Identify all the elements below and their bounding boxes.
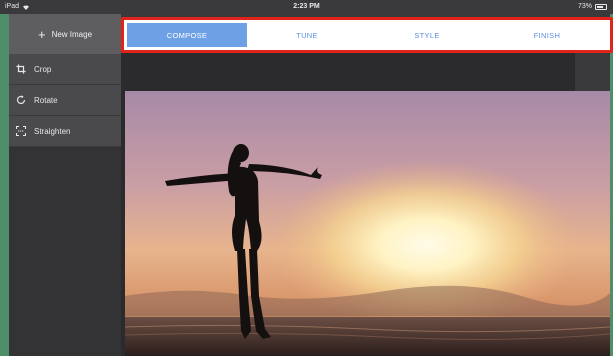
status-bar: iPad 2:23 PM 73%	[0, 0, 613, 14]
battery-icon	[595, 3, 607, 10]
tab-style[interactable]: STYLE	[367, 23, 487, 47]
tool-straighten[interactable]: Straighten	[9, 116, 121, 147]
tab-compose[interactable]: COMPOSE	[127, 23, 247, 47]
plus-icon: +	[37, 26, 46, 42]
crop-icon	[16, 64, 26, 74]
rotate-icon	[16, 95, 26, 105]
canvas-area	[121, 53, 610, 356]
tool-crop-label: Crop	[34, 64, 52, 74]
edit-tabs: COMPOSE TUNE STYLE FINISH	[127, 23, 607, 47]
tool-rotate-label: Rotate	[34, 95, 58, 105]
tool-rotate[interactable]: Rotate	[9, 85, 121, 116]
new-image-button[interactable]: + New Image	[9, 14, 121, 54]
battery-percent: 73%	[577, 3, 592, 10]
ipad-screen: iPad 2:23 PM 73% + New Image Crop Rotate…	[0, 0, 613, 356]
tool-crop[interactable]: Crop	[9, 54, 121, 85]
edit-tabs-highlight: COMPOSE TUNE STYLE FINISH	[121, 17, 613, 53]
photo-preview[interactable]	[125, 91, 610, 356]
sidebar: + New Image Crop Rotate Straighten	[9, 14, 121, 356]
bezel-left	[0, 0, 9, 356]
status-right: 73%	[578, 3, 607, 10]
tab-tune[interactable]: TUNE	[247, 23, 367, 47]
tab-finish[interactable]: FINISH	[487, 23, 607, 47]
sunset-silhouette-image	[125, 91, 610, 356]
tool-straighten-label: Straighten	[34, 126, 71, 136]
status-time: 2:23 PM	[293, 3, 320, 10]
battery-fill	[597, 5, 603, 8]
canvas-side-panel	[575, 53, 610, 91]
straighten-icon	[16, 126, 26, 136]
new-image-label: New Image	[51, 29, 93, 39]
